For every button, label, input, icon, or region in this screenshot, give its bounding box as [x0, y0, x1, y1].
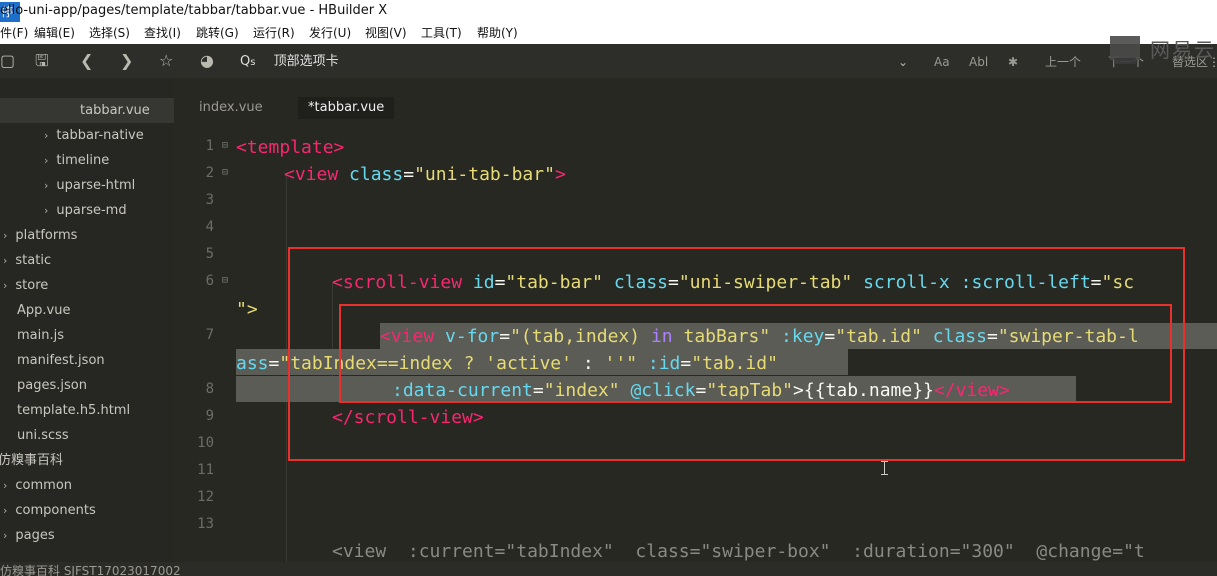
line-number: 4: [205, 219, 214, 235]
logo-icon: [1110, 36, 1140, 64]
line-number: 3: [205, 192, 214, 208]
window-title: ello-uni-app/pages/template/tabbar/tabba…: [0, 3, 388, 18]
tab-index-vue[interactable]: index.vue: [189, 97, 273, 119]
menu-edit[interactable]: 编辑(E): [34, 22, 75, 44]
tree-item[interactable]: › tabbar-native: [44, 123, 144, 148]
fold-icon[interactable]: ⊟: [222, 167, 228, 178]
tree-item[interactable]: main.js: [17, 323, 64, 348]
find-input-value: 顶部选项卡: [273, 54, 339, 69]
match-case-toggle[interactable]: Aa: [934, 52, 950, 72]
search-icon: Qs: [240, 54, 256, 69]
tree-item[interactable]: › store: [3, 273, 48, 298]
toolbar: ▢ 🖫 ❮ ❯ ☆ ◕ Qs 顶部选项卡 ⌄ Aa Abl ✱ 上一个 下一个 …: [0, 44, 1217, 79]
tree-item[interactable]: › uparse-md: [44, 198, 127, 223]
menu-bar: 件(F) 编辑(E) 选择(S) 查找(I) 跳转(G) 运行(R) 发行(U)…: [0, 22, 1217, 44]
code-line-2: <view class="uni-tab-bar">: [284, 164, 566, 185]
menu-view[interactable]: 视图(V): [365, 22, 407, 44]
tree-item[interactable]: pages.json: [17, 373, 87, 398]
regex-icon[interactable]: ✱: [1008, 52, 1018, 72]
tree-item[interactable]: › components: [3, 498, 96, 523]
line-number: 9: [205, 408, 214, 424]
tab-tabbar-vue[interactable]: *tabbar.vue: [298, 97, 395, 119]
tree-item[interactable]: › uparse-html: [44, 173, 135, 198]
menu-file[interactable]: 件(F): [0, 22, 28, 44]
menu-tools[interactable]: 工具(T): [421, 22, 462, 44]
line-number: 1: [205, 138, 214, 154]
tree-item[interactable]: › static: [3, 248, 51, 273]
menu-goto[interactable]: 跳转(G): [196, 22, 239, 44]
tree-item[interactable]: template.h5.html: [17, 398, 130, 423]
document-icon[interactable]: ▢: [0, 51, 15, 71]
line-number: 12: [197, 489, 214, 505]
forward-icon[interactable]: ❯: [120, 51, 133, 71]
watermark-logo: 网易云: [1106, 34, 1217, 64]
selected-file-row[interactable]: tabbar.vue: [0, 98, 174, 123]
menu-publish[interactable]: 发行(U): [309, 22, 351, 44]
status-text: 仿糗事百科 SJFST17023017002: [0, 564, 181, 576]
fold-icon[interactable]: ⊟: [222, 275, 228, 286]
menu-help[interactable]: 帮助(Y): [477, 22, 518, 44]
line-number: 2: [205, 165, 214, 181]
line-number: 10: [197, 435, 214, 451]
line-gutter: 1 ⊟ 2 ⊟ 3 4 5 6 ⊟ 7 8 9 10 11 12 13: [174, 130, 234, 576]
logo-text: 网易云: [1150, 38, 1216, 62]
menu-find[interactable]: 查找(I): [144, 22, 181, 44]
line-number: 11: [197, 462, 214, 478]
menu-select[interactable]: 选择(S): [89, 22, 130, 44]
tree-item[interactable]: 仿糗事百科: [0, 448, 63, 473]
file-tabbar-vue: tabbar.vue: [80, 103, 150, 118]
ibeam-cursor: [881, 461, 888, 475]
save-icon[interactable]: 🖫: [35, 51, 49, 71]
whole-word-toggle[interactable]: Abl: [969, 52, 988, 72]
line-number: 5: [205, 246, 214, 262]
tree-item[interactable]: › timeline: [44, 148, 109, 173]
chevron-down-icon[interactable]: ⌄: [898, 52, 908, 72]
star-icon[interactable]: ☆: [159, 51, 173, 71]
tree-item[interactable]: App.vue: [17, 298, 70, 323]
project-explorer: tabbar.vue › tabbar-native › timeline › upa…: [0, 78, 174, 576]
editor-tabs: index.vue *tabbar.vue: [174, 78, 1217, 119]
title-bar: 停 ello-uni-app/pages/template/tabbar/tab…: [0, 0, 1217, 22]
tree-item[interactable]: uni.scss: [17, 423, 69, 448]
code-line-1: <template>: [236, 137, 345, 158]
line-number: 7: [205, 327, 214, 343]
back-icon[interactable]: ❮: [80, 51, 93, 71]
run-icon[interactable]: ◕: [200, 51, 214, 71]
menu-run[interactable]: 运行(R): [253, 22, 295, 44]
annotation-box-inner: [339, 304, 1172, 403]
status-bar: 仿糗事百科 SJFST17023017002: [0, 562, 1217, 576]
code-line-6-wrap: ">: [236, 299, 258, 320]
find-input[interactable]: Qs 顶部选项卡: [240, 52, 339, 72]
line-number: 6: [205, 273, 214, 289]
line-number: 13: [197, 516, 214, 532]
tree-item[interactable]: › common: [3, 473, 72, 498]
line-number: 8: [205, 381, 214, 397]
tree-item[interactable]: › pages: [3, 523, 55, 548]
fold-icon[interactable]: ⊟: [222, 140, 228, 151]
tree-item[interactable]: manifest.json: [17, 348, 105, 373]
tree-item[interactable]: › platforms: [3, 223, 77, 248]
code-line-14-partial: <view :current="tabIndex" class="swiper-…: [332, 541, 1145, 562]
find-prev-button[interactable]: 上一个: [1045, 52, 1081, 72]
